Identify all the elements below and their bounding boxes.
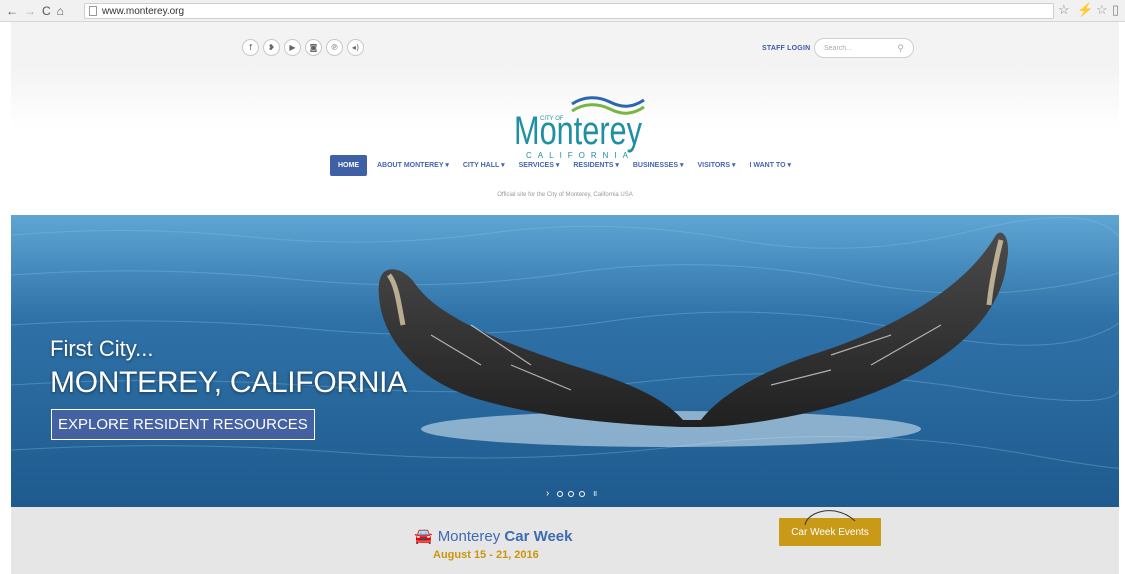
rss-icon[interactable]: ◂)	[347, 39, 364, 56]
nav-item-home[interactable]: HOME	[330, 154, 367, 176]
star-icon[interactable]: ☆	[1058, 3, 1070, 16]
social-links: f ❥ ▶ ◙ ℗ ◂)	[242, 39, 364, 56]
main-navigation: HOME ABOUT MONTEREY ▾ CITY HALL ▾ SERVICES …	[330, 153, 805, 177]
city-logo[interactable]: CITY OF Monterey CALIFORNIA	[506, 78, 646, 160]
menu-icon[interactable]: ▯	[1112, 3, 1119, 16]
car-week-banner: 🚘 Monterey Car Week August 15 - 21, 2016 …	[11, 507, 1119, 574]
search-placeholder: Search...	[824, 44, 853, 52]
explore-resident-resources-button[interactable]: EXPLORE RESIDENT RESOURCES	[51, 409, 315, 440]
whale-tail-image	[11, 215, 1119, 507]
nav-item-city-hall[interactable]: CITY HALL ▾	[463, 161, 505, 169]
browser-toolbar: ← → C ⌂ www.monterey.org ☆ ⚡ ☆ ▯	[0, 0, 1125, 22]
nav-item-about-monterey[interactable]: ABOUT MONTEREY ▾	[377, 161, 449, 169]
car-week-dates: August 15 - 21, 2016	[433, 549, 539, 561]
nav-item-visitors[interactable]: VISITORS ▾	[697, 161, 735, 169]
bookmark-star-icon[interactable]: ☆	[1096, 3, 1108, 16]
slider-controls: › ॥	[546, 488, 597, 499]
car-week-title-bold: Car Week	[504, 528, 573, 545]
search-input[interactable]: Search... ⚲	[814, 38, 914, 58]
next-slide-icon[interactable]: ›	[546, 488, 549, 499]
slide-dot[interactable]	[557, 490, 564, 497]
arrow-annotation	[804, 510, 856, 526]
site-header: f ❥ ▶ ◙ ℗ ◂) STAFF LOGIN Search... ⚲ CITY OF …	[11, 22, 1119, 215]
pinterest-icon[interactable]: ℗	[326, 39, 343, 56]
page-icon	[89, 6, 97, 16]
staff-login-link[interactable]: STAFF LOGIN	[762, 45, 810, 52]
search-icon[interactable]: ⚲	[897, 43, 904, 54]
forward-arrow-icon[interactable]: →	[24, 5, 36, 17]
car-week-title: 🚘 Monterey Car Week	[414, 527, 572, 545]
nav-item-residents[interactable]: RESIDENTS ▾	[573, 161, 619, 169]
back-arrow-icon[interactable]: ←	[6, 5, 18, 17]
reload-icon[interactable]: C	[42, 5, 51, 17]
site-tagline: Official site for the City of Monterey, …	[497, 192, 633, 198]
instagram-icon[interactable]: ◙	[305, 39, 322, 56]
extension-icon[interactable]: ⚡	[1077, 3, 1093, 16]
car-week-title-prefix: Monterey	[437, 528, 501, 545]
youtube-icon[interactable]: ▶	[284, 39, 301, 56]
logo-name: Monterey	[514, 109, 642, 153]
car-icon: 🚘	[414, 528, 433, 545]
url-text: www.monterey.org	[102, 5, 185, 17]
nav-item-businesses[interactable]: BUSINESSES ▾	[633, 161, 684, 169]
hero-banner: First City... MONTEREY, CALIFORNIA EXPLO…	[11, 215, 1119, 507]
pause-icon[interactable]: ॥	[592, 488, 597, 499]
facebook-icon[interactable]: f	[242, 39, 259, 56]
nav-item-i-want-to[interactable]: I WANT TO ▾	[749, 161, 791, 169]
hero-subtitle: First City...	[50, 336, 154, 361]
address-bar[interactable]: www.monterey.org	[84, 3, 1054, 19]
home-icon[interactable]: ⌂	[57, 5, 64, 17]
web-page: f ❥ ▶ ◙ ℗ ◂) STAFF LOGIN Search... ⚲ CITY OF …	[11, 22, 1119, 574]
slide-dot[interactable]	[579, 490, 586, 497]
nav-item-services[interactable]: SERVICES ▾	[519, 161, 560, 169]
twitter-icon[interactable]: ❥	[263, 39, 280, 56]
slide-dot[interactable]	[568, 490, 575, 497]
hero-title: MONTEREY, CALIFORNIA	[50, 366, 407, 399]
